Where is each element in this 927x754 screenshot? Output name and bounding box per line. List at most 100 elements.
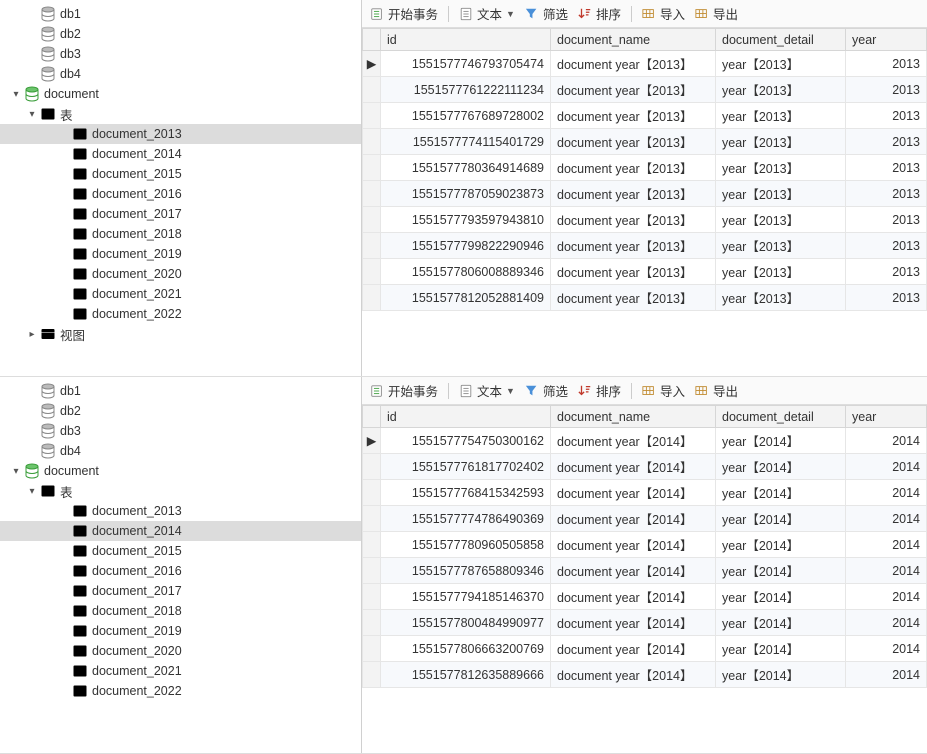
- text-button[interactable]: 文本 ▼: [459, 4, 515, 23]
- cell-document-detail[interactable]: year【2013】: [716, 207, 846, 233]
- tree-table-document_2022[interactable]: document_2022: [0, 681, 361, 701]
- cell-document-detail[interactable]: year【2013】: [716, 51, 846, 77]
- table-row[interactable]: 1551577780364914689document year【2013】ye…: [363, 155, 927, 181]
- tree-table-document_2015[interactable]: document_2015: [0, 541, 361, 561]
- cell-id[interactable]: 1551577799822290946: [381, 233, 551, 259]
- cell-id[interactable]: 1551577746793705474: [381, 51, 551, 77]
- cell-document-detail[interactable]: year【2014】: [716, 454, 846, 480]
- tree-table-document_2020[interactable]: document_2020: [0, 641, 361, 661]
- tree-views-node[interactable]: ▸视图: [0, 324, 361, 344]
- cell-document-name[interactable]: document year【2013】: [551, 259, 716, 285]
- begin-tx-button[interactable]: 开始事务: [370, 4, 438, 23]
- col-header-id[interactable]: id: [381, 406, 551, 428]
- cell-document-name[interactable]: document year【2013】: [551, 77, 716, 103]
- cell-document-name[interactable]: document year【2014】: [551, 480, 716, 506]
- tree-table-document_2014[interactable]: document_2014: [0, 521, 361, 541]
- cell-id[interactable]: 1551577800484990977: [381, 610, 551, 636]
- table-row[interactable]: 1551577787059023873document year【2013】ye…: [363, 181, 927, 207]
- twisty-icon[interactable]: ▾: [10, 88, 22, 100]
- cell-document-detail[interactable]: year【2013】: [716, 259, 846, 285]
- grid-scroll[interactable]: iddocument_namedocument_detailyear▶15515…: [362, 28, 927, 376]
- export-button[interactable]: 导出: [695, 4, 738, 23]
- filter-button[interactable]: 筛选: [525, 4, 568, 23]
- table-row[interactable]: 1551577812635889666document year【2014】ye…: [363, 662, 927, 688]
- cell-year[interactable]: 2014: [846, 480, 927, 506]
- cell-document-detail[interactable]: year【2014】: [716, 662, 846, 688]
- col-header-document-detail[interactable]: document_detail: [716, 406, 846, 428]
- cell-document-detail[interactable]: year【2014】: [716, 610, 846, 636]
- tree-table-document_2020[interactable]: document_2020: [0, 264, 361, 284]
- tree-table-document_2016[interactable]: document_2016: [0, 184, 361, 204]
- export-button[interactable]: 导出: [695, 381, 738, 400]
- cell-year[interactable]: 2013: [846, 129, 927, 155]
- tree-db-db4[interactable]: db4: [0, 441, 361, 461]
- cell-document-name[interactable]: document year【2014】: [551, 506, 716, 532]
- cell-year[interactable]: 2013: [846, 181, 927, 207]
- tree-table-document_2014[interactable]: document_2014: [0, 144, 361, 164]
- table-row[interactable]: 1551577812052881409document year【2013】ye…: [363, 285, 927, 311]
- cell-year[interactable]: 2014: [846, 506, 927, 532]
- cell-document-detail[interactable]: year【2014】: [716, 480, 846, 506]
- cell-year[interactable]: 2014: [846, 454, 927, 480]
- cell-id[interactable]: 1551577761222111234: [381, 77, 551, 103]
- tree-db-document[interactable]: ▾document: [0, 461, 361, 481]
- tree-table-document_2015[interactable]: document_2015: [0, 164, 361, 184]
- cell-year[interactable]: 2014: [846, 584, 927, 610]
- tree-db-document[interactable]: ▾document: [0, 84, 361, 104]
- col-header-year[interactable]: year: [846, 406, 927, 428]
- table-row[interactable]: 1551577800484990977document year【2014】ye…: [363, 610, 927, 636]
- cell-document-name[interactable]: document year【2014】: [551, 584, 716, 610]
- cell-document-name[interactable]: document year【2013】: [551, 181, 716, 207]
- tree-table-document_2022[interactable]: document_2022: [0, 304, 361, 324]
- cell-id[interactable]: 1551577806663200769: [381, 636, 551, 662]
- cell-document-detail[interactable]: year【2013】: [716, 155, 846, 181]
- twisty-icon[interactable]: ▸: [26, 328, 38, 340]
- col-header-document-name[interactable]: document_name: [551, 406, 716, 428]
- grid-scroll[interactable]: iddocument_namedocument_detailyear▶15515…: [362, 405, 927, 753]
- table-row[interactable]: 1551577774786490369document year【2014】ye…: [363, 506, 927, 532]
- sort-button[interactable]: 排序: [578, 381, 621, 400]
- table-row[interactable]: 1551577793597943810document year【2013】ye…: [363, 207, 927, 233]
- cell-document-detail[interactable]: year【2014】: [716, 428, 846, 454]
- tree-table-document_2017[interactable]: document_2017: [0, 581, 361, 601]
- cell-document-name[interactable]: document year【2013】: [551, 129, 716, 155]
- cell-year[interactable]: 2013: [846, 103, 927, 129]
- cell-id[interactable]: 1551577774786490369: [381, 506, 551, 532]
- cell-document-name[interactable]: document year【2013】: [551, 51, 716, 77]
- text-button[interactable]: 文本 ▼: [459, 381, 515, 400]
- table-row[interactable]: ▶1551577754750300162document year【2014】y…: [363, 428, 927, 454]
- cell-document-name[interactable]: document year【2014】: [551, 532, 716, 558]
- tree-table-document_2019[interactable]: document_2019: [0, 244, 361, 264]
- tree-table-document_2018[interactable]: document_2018: [0, 601, 361, 621]
- tree-db-db2[interactable]: db2: [0, 24, 361, 44]
- sort-button[interactable]: 排序: [578, 4, 621, 23]
- cell-document-name[interactable]: document year【2014】: [551, 610, 716, 636]
- cell-document-detail[interactable]: year【2014】: [716, 636, 846, 662]
- cell-document-name[interactable]: document year【2013】: [551, 155, 716, 181]
- cell-id[interactable]: 1551577806008889346: [381, 259, 551, 285]
- twisty-icon[interactable]: ▾: [26, 485, 38, 497]
- tree-table-document_2021[interactable]: document_2021: [0, 284, 361, 304]
- cell-document-name[interactable]: document year【2013】: [551, 103, 716, 129]
- tree-db-db4[interactable]: db4: [0, 64, 361, 84]
- filter-button[interactable]: 筛选: [525, 381, 568, 400]
- cell-document-name[interactable]: document year【2014】: [551, 454, 716, 480]
- tree-table-document_2021[interactable]: document_2021: [0, 661, 361, 681]
- cell-year[interactable]: 2014: [846, 662, 927, 688]
- tree-tables-node[interactable]: ▾表: [0, 104, 361, 124]
- col-header-document-detail[interactable]: document_detail: [716, 29, 846, 51]
- cell-document-detail[interactable]: year【2013】: [716, 129, 846, 155]
- cell-year[interactable]: 2014: [846, 636, 927, 662]
- cell-year[interactable]: 2014: [846, 428, 927, 454]
- cell-year[interactable]: 2013: [846, 207, 927, 233]
- cell-document-detail[interactable]: year【2013】: [716, 103, 846, 129]
- cell-id[interactable]: 1551577787059023873: [381, 181, 551, 207]
- cell-id[interactable]: 1551577787658809346: [381, 558, 551, 584]
- cell-id[interactable]: 1551577761817702402: [381, 454, 551, 480]
- data-grid[interactable]: iddocument_namedocument_detailyear▶15515…: [362, 405, 927, 688]
- table-row[interactable]: 1551577774115401729document year【2013】ye…: [363, 129, 927, 155]
- cell-document-detail[interactable]: year【2014】: [716, 532, 846, 558]
- cell-document-name[interactable]: document year【2013】: [551, 285, 716, 311]
- cell-year[interactable]: 2013: [846, 233, 927, 259]
- cell-id[interactable]: 1551577767689728002: [381, 103, 551, 129]
